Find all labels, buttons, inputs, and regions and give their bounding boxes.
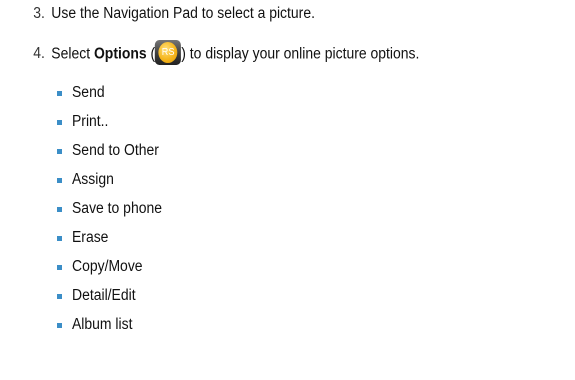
bullet-icon (57, 178, 62, 183)
step-number: 4. (33, 45, 45, 62)
option-label: Detail/Edit (72, 287, 136, 304)
step-text: Use the Navigation Pad to select a pictu… (51, 5, 315, 22)
bullet-icon (57, 265, 62, 270)
bullet-icon (57, 207, 62, 212)
bullet-icon (57, 294, 62, 299)
bullet-icon (57, 149, 62, 154)
step-number: 3. (33, 5, 45, 22)
option-label: Copy/Move (72, 258, 143, 275)
step-text-suffix: to display your online picture options. (185, 45, 420, 63)
step-text: Select Options (RS) to display your onli… (51, 40, 420, 65)
bullet-icon (57, 120, 62, 125)
option-label: Print.. (72, 113, 109, 130)
bullet-icon (57, 91, 62, 96)
open-paren: ( (146, 45, 156, 63)
manual-page: 3. Use the Navigation Pad to select a pi… (0, 0, 575, 380)
bullet-icon (57, 323, 62, 328)
option-label: Erase (72, 229, 109, 246)
bullet-icon (57, 236, 62, 241)
step-text-prefix: Select (51, 45, 94, 63)
option-label: Send to Other (72, 142, 159, 159)
option-label: Save to phone (72, 200, 162, 217)
rs-softkey-icon: RS (155, 40, 182, 65)
option-label: Assign (72, 171, 114, 188)
option-label: Album list (72, 316, 133, 333)
options-term: Options (93, 45, 147, 63)
option-label: Send (72, 84, 105, 101)
